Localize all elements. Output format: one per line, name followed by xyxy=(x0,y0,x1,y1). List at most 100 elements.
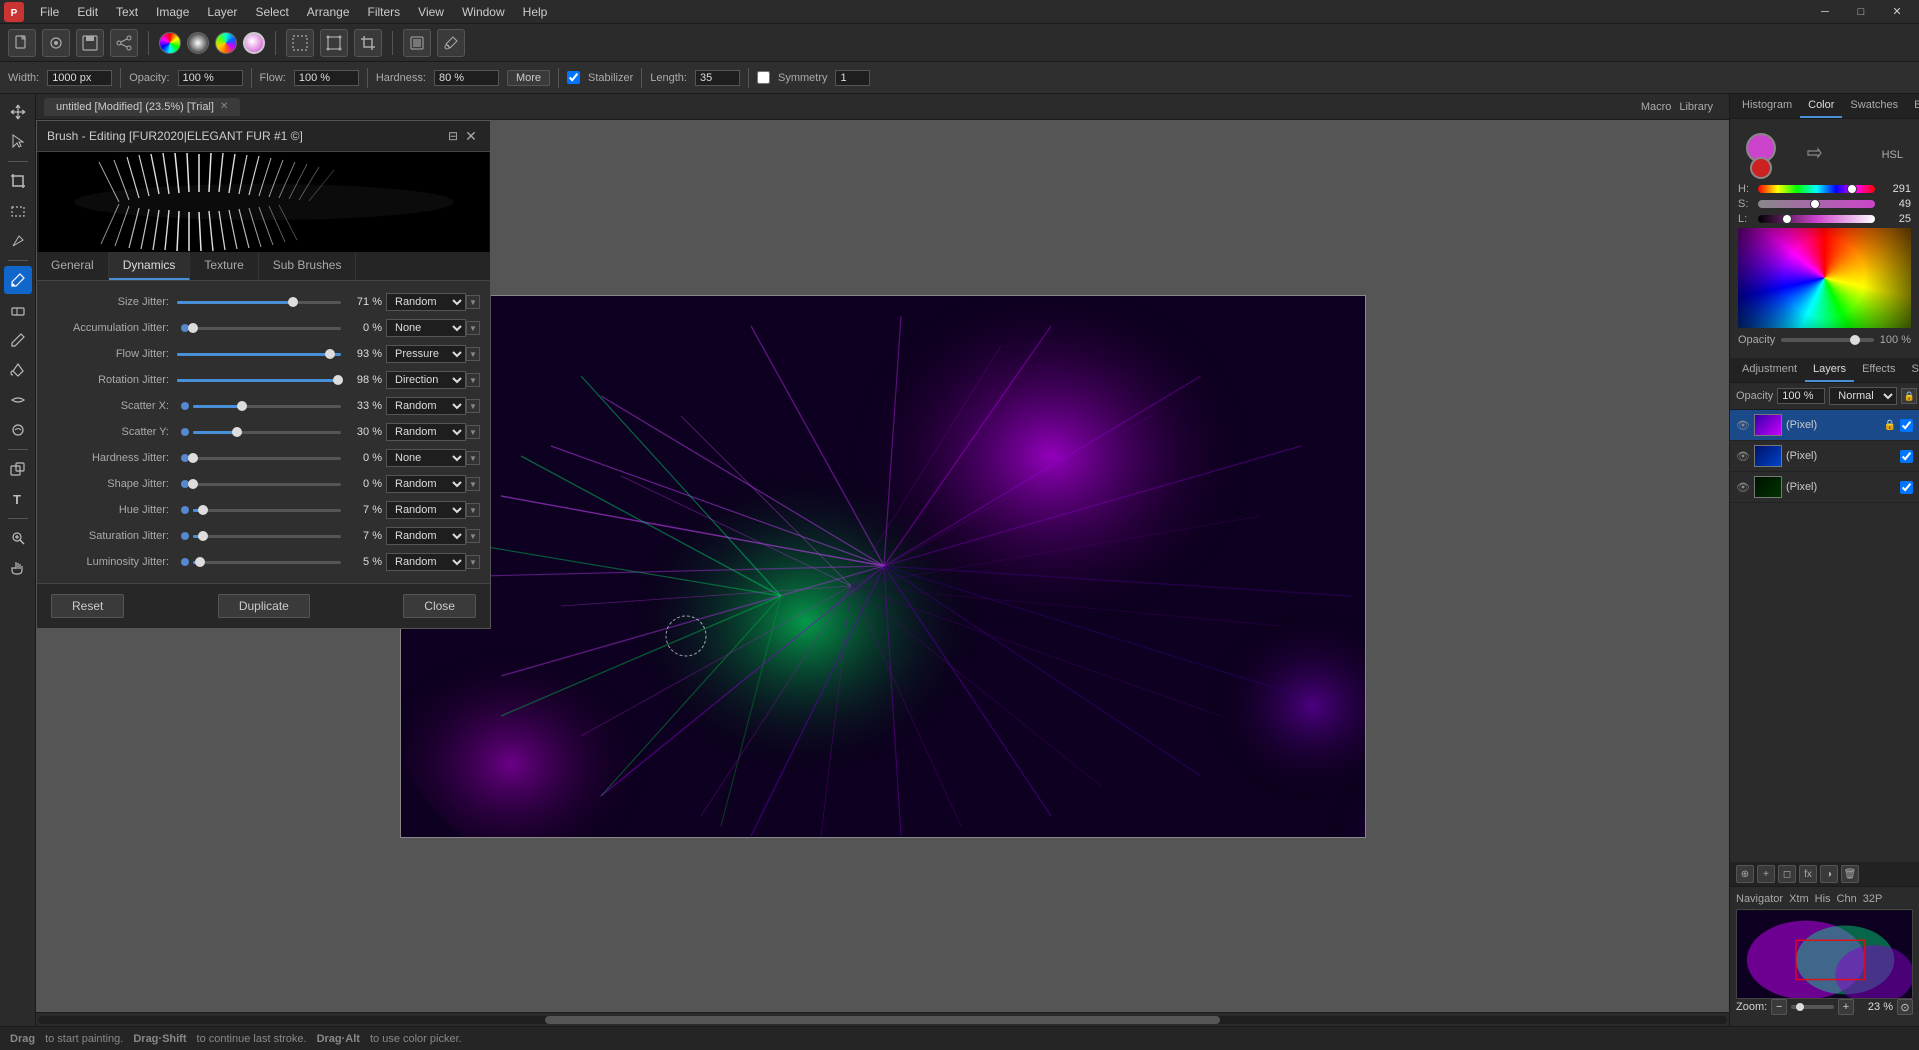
layer-1-visibility[interactable]: 👁 xyxy=(1736,418,1750,432)
tab-styles[interactable]: Styles xyxy=(1904,358,1919,382)
hue-extra[interactable]: ▼ xyxy=(466,503,480,517)
dodge-tool[interactable] xyxy=(4,416,32,444)
opacity-slider[interactable] xyxy=(1781,338,1874,342)
brush-tab-dynamics[interactable]: Dynamics xyxy=(109,252,191,280)
menu-layer[interactable]: Layer xyxy=(199,3,245,21)
menu-view[interactable]: View xyxy=(410,3,452,21)
h-slider[interactable] xyxy=(1758,185,1875,193)
close-tab-button[interactable]: ✕ xyxy=(220,101,228,112)
luminosity-jitter-slider[interactable] xyxy=(193,555,341,569)
menu-filters[interactable]: Filters xyxy=(360,3,409,21)
brush-tab-texture[interactable]: Texture xyxy=(190,252,258,280)
layer-opacity-input[interactable] xyxy=(1777,388,1825,404)
brush-editor-expand[interactable]: ⊟ xyxy=(448,129,458,143)
flow-input[interactable] xyxy=(294,70,359,86)
canvas-hscroll[interactable] xyxy=(36,1012,1729,1026)
scatter-y-slider[interactable] xyxy=(193,425,341,439)
menu-arrange[interactable]: Arrange xyxy=(299,3,358,21)
shape-jitter-slider[interactable] xyxy=(193,477,341,491)
tab-swatches[interactable]: Swatches xyxy=(1842,94,1906,118)
type-tool[interactable]: T xyxy=(4,485,32,513)
menu-edit[interactable]: Edit xyxy=(69,3,106,21)
layer-3-checkbox[interactable] xyxy=(1900,481,1913,494)
symmetry-checkbox[interactable] xyxy=(757,71,770,84)
layer-lock-icon[interactable]: 🔒 xyxy=(1901,388,1917,404)
layer-2-checkbox[interactable] xyxy=(1900,450,1913,463)
layer-1-checkbox[interactable] xyxy=(1900,419,1913,432)
flow-jitter-extra[interactable]: ▼ xyxy=(466,347,480,361)
tab-macro[interactable]: Macro xyxy=(1641,101,1672,113)
navigator-chn[interactable]: Chn xyxy=(1837,893,1857,905)
length-input[interactable] xyxy=(695,70,740,86)
tone-circle-button[interactable] xyxy=(187,32,209,54)
swap-colors-icon[interactable] xyxy=(1804,145,1822,163)
new-group-button[interactable]: ⊕ xyxy=(1736,865,1754,883)
move-tool[interactable] xyxy=(4,98,32,126)
layer-item-2[interactable]: 👁 (Pixel) xyxy=(1730,441,1919,472)
hand-tool[interactable] xyxy=(4,554,32,582)
tab-layers[interactable]: Layers xyxy=(1805,358,1854,382)
layer-item-3[interactable]: 👁 (Pixel) xyxy=(1730,472,1919,503)
clone-tool[interactable] xyxy=(4,455,32,483)
scatter-x-control[interactable]: RandomNonePressure xyxy=(386,397,466,415)
brush-tool[interactable] xyxy=(4,266,32,294)
close-dialog-button[interactable]: Close xyxy=(403,594,476,618)
reset-button[interactable]: Reset xyxy=(51,594,124,618)
size-jitter-extra[interactable]: ▼ xyxy=(466,295,480,309)
fx-button[interactable]: fx xyxy=(1799,865,1817,883)
luminosity-jitter-control[interactable]: RandomNonePressure xyxy=(386,553,466,571)
brush-editor-close[interactable]: ✕ xyxy=(462,127,480,145)
crop-tool[interactable] xyxy=(4,167,32,195)
window-maximize-button[interactable]: □ xyxy=(1843,0,1879,24)
layer-2-visibility[interactable]: 👁 xyxy=(1736,449,1750,463)
save-file-button[interactable] xyxy=(76,29,104,57)
zoom-tool[interactable] xyxy=(4,524,32,552)
pencil-tool[interactable] xyxy=(4,326,32,354)
hscroll-track[interactable] xyxy=(38,1016,1727,1024)
more-button[interactable]: More xyxy=(507,70,550,86)
tab-adjustment[interactable]: Adjustment xyxy=(1734,358,1805,382)
layer-3-lock[interactable] xyxy=(1884,481,1896,493)
stabilizer-checkbox[interactable] xyxy=(567,71,580,84)
adjustment-button[interactable]: ◑ xyxy=(1820,865,1838,883)
accumulation-jitter-extra[interactable]: ▼ xyxy=(466,321,480,335)
menu-image[interactable]: Image xyxy=(148,3,197,21)
tab-color[interactable]: Color xyxy=(1800,94,1842,118)
saturation-extra[interactable]: ▼ xyxy=(466,529,480,543)
menu-help[interactable]: Help xyxy=(515,3,556,21)
fill-tool[interactable] xyxy=(4,356,32,384)
hue-circle-button[interactable] xyxy=(215,32,237,54)
opacity-input[interactable] xyxy=(178,70,243,86)
rotation-jitter-slider[interactable] xyxy=(177,373,341,387)
s-slider[interactable] xyxy=(1758,200,1875,208)
layer-3-visibility[interactable]: 👁 xyxy=(1736,480,1750,494)
symmetry-input[interactable] xyxy=(835,70,870,86)
document-tab[interactable]: untitled [Modified] (23.5%) [Trial] ✕ xyxy=(44,98,240,116)
hue-jitter-slider[interactable] xyxy=(193,503,341,517)
scatter-y-extra[interactable]: ▼ xyxy=(466,425,480,439)
delete-layer-button[interactable]: 🗑 xyxy=(1841,865,1859,883)
luminosity-extra[interactable]: ▼ xyxy=(466,555,480,569)
hscroll-thumb[interactable] xyxy=(545,1016,1221,1024)
scatter-x-slider[interactable] xyxy=(193,399,341,413)
selection-rect-tool[interactable] xyxy=(4,197,32,225)
new-file-button[interactable] xyxy=(8,29,36,57)
transform-button[interactable] xyxy=(320,29,348,57)
color-circle-button[interactable] xyxy=(243,32,265,54)
blend-mode-select[interactable]: Normal Multiply Screen Overlay xyxy=(1829,387,1897,405)
window-close-button[interactable]: ✕ xyxy=(1879,0,1915,24)
canvas-container[interactable]: Brush - Editing [FUR2020|ELEGANT FUR #1 … xyxy=(36,120,1729,1012)
smudge-tool[interactable] xyxy=(4,386,32,414)
size-jitter-slider[interactable] xyxy=(177,295,341,309)
duplicate-button[interactable]: Duplicate xyxy=(218,594,310,618)
fit-canvas-button[interactable]: ⊙ xyxy=(1897,999,1913,1015)
brush-tab-sub-brushes[interactable]: Sub Brushes xyxy=(259,252,357,280)
shape-jitter-control[interactable]: RandomNonePressure xyxy=(386,475,466,493)
zoom-slider[interactable] xyxy=(1791,1005,1834,1009)
brush-editor-header[interactable]: Brush - Editing [FUR2020|ELEGANT FUR #1 … xyxy=(37,121,490,152)
select-box-button[interactable] xyxy=(286,29,314,57)
new-layer-button[interactable]: + xyxy=(1757,865,1775,883)
saturation-jitter-control[interactable]: RandomNonePressure xyxy=(386,527,466,545)
shape-extra[interactable]: ▼ xyxy=(466,477,480,491)
eraser-tool[interactable] xyxy=(4,296,32,324)
